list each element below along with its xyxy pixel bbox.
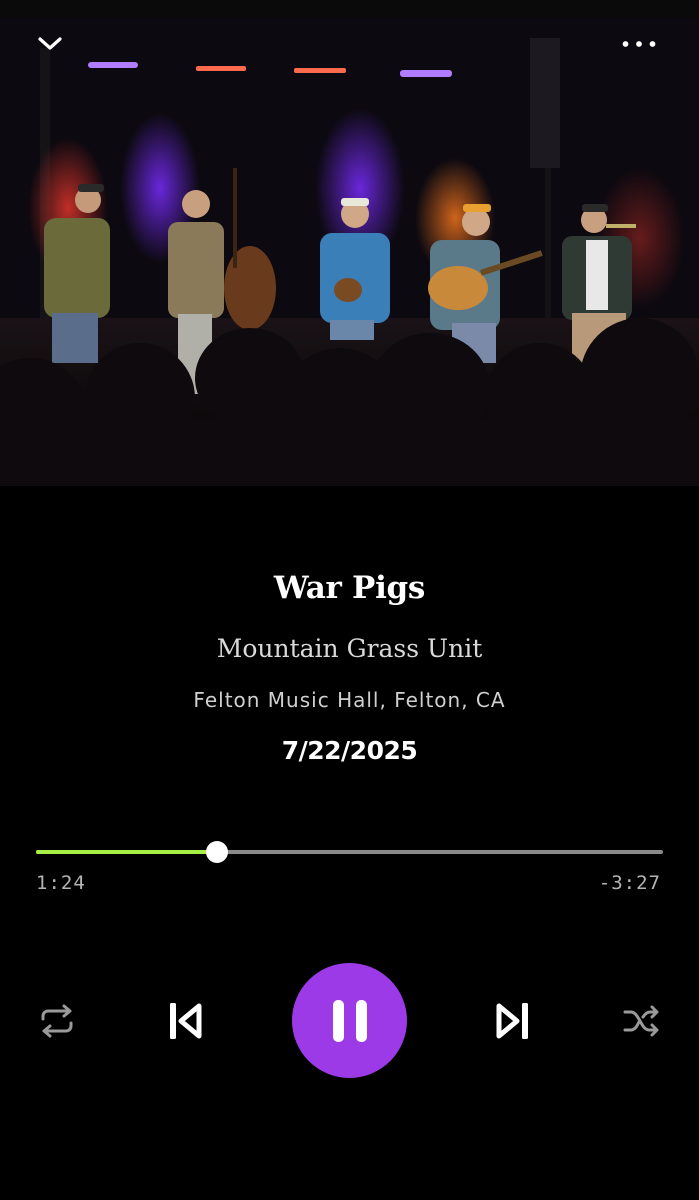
collapse-button[interactable] — [32, 26, 68, 62]
repeat-button[interactable] — [34, 998, 80, 1044]
more-horizontal-icon — [622, 41, 656, 47]
previous-track-button[interactable] — [162, 996, 208, 1046]
progress-thumb[interactable] — [206, 841, 229, 863]
elapsed-time: 1:24 — [36, 872, 86, 894]
skip-previous-icon — [170, 1003, 202, 1039]
skip-next-icon — [496, 1003, 528, 1039]
next-track-button[interactable] — [490, 996, 536, 1046]
pause-button[interactable] — [292, 963, 407, 1078]
shuffle-icon — [623, 1005, 659, 1037]
remaining-time: -3:27 — [598, 872, 661, 894]
status-strip — [0, 0, 699, 18]
artwork-image — [0, 18, 699, 486]
venue-label: Felton Music Hall, Felton, CA — [193, 688, 506, 712]
repeat-icon — [41, 1004, 73, 1038]
more-options-button[interactable] — [621, 26, 657, 62]
artist-name[interactable]: Mountain Grass Unit — [0, 634, 699, 663]
show-date: 7/22/2025 — [281, 736, 418, 765]
progress-fill — [36, 850, 218, 854]
chevron-down-icon — [38, 37, 62, 50]
track-title: War Pigs — [273, 570, 426, 606]
shuffle-button[interactable] — [619, 998, 665, 1044]
progress-bar[interactable] — [36, 841, 663, 863]
concert-photo — [0, 18, 699, 486]
pause-icon — [332, 999, 367, 1042]
